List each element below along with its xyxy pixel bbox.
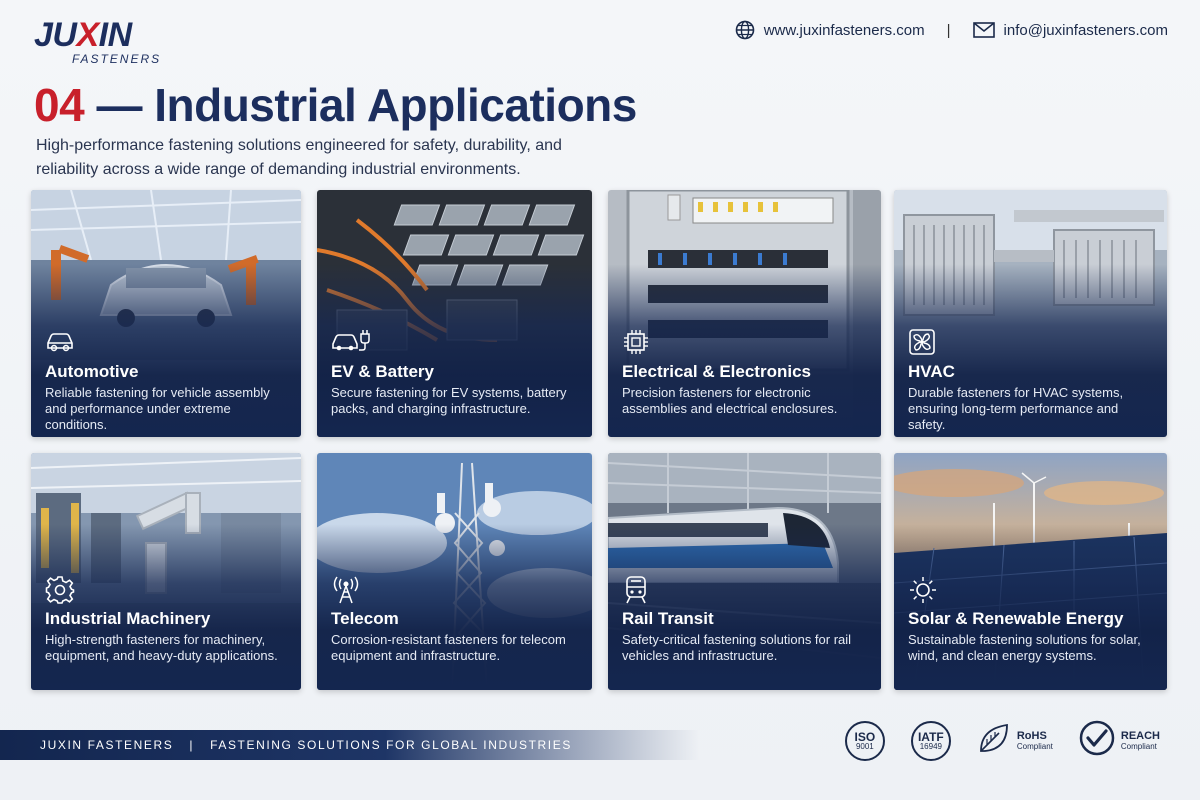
card-description: High-strength fasteners for machinery, e… — [45, 632, 278, 663]
card-solar-renewable[interactable]: Solar & Renewable Energy Sustainable fas… — [894, 453, 1167, 690]
iso-seal-icon: ISO 9001 — [844, 720, 885, 761]
card-title: Industrial Machinery — [45, 609, 211, 628]
card-title: Rail Transit — [622, 609, 714, 628]
card-ev-battery[interactable]: EV & Battery Secure fastening for EV sys… — [317, 190, 592, 437]
card-title: Telecom — [331, 609, 399, 628]
card-electrical-electronics[interactable]: Electrical & Electronics Precision faste… — [608, 190, 881, 437]
card-title: Solar & Renewable Energy — [908, 609, 1124, 628]
antenna-icon — [331, 575, 361, 604]
iso-9001-badge: ISO 9001 — [844, 720, 885, 761]
certifications: ISO 9001 IATF 16949 RoHS Compliant REACH… — [844, 720, 1160, 761]
leaf-icon — [977, 721, 1011, 760]
footer-tagline: FASTENING SOLUTIONS FOR GLOBAL INDUSTRIE… — [210, 738, 572, 752]
card-title: EV & Battery — [331, 362, 434, 381]
footer-band: JUXIN FASTENERS | FASTENING SOLUTIONS FO… — [0, 730, 700, 760]
card-description: Precision fasteners for electronic assem… — [622, 385, 838, 416]
sun-icon — [908, 575, 938, 603]
card-description: Safety-critical fastening solutions for … — [622, 632, 852, 663]
card-title: HVAC — [908, 362, 955, 381]
gear-icon — [45, 575, 75, 604]
card-automotive[interactable]: Automotive Reliable fastening for vehicl… — [31, 190, 301, 437]
card-rail-transit[interactable]: Rail Transit Safety-critical fastening s… — [608, 453, 881, 690]
card-description: Secure fastening for EV systems, battery… — [331, 385, 567, 416]
footer-company: JUXIN FASTENERS — [40, 738, 174, 752]
card-description: Sustainable fastening solutions for sola… — [908, 632, 1141, 663]
reach-badge: REACH Compliant — [1079, 720, 1160, 761]
ev-plug-icon — [331, 328, 370, 356]
iatf-seal-icon: IATF 16949 — [910, 720, 951, 761]
rohs-sub: Compliant — [1016, 742, 1053, 751]
check-circle-icon — [1079, 720, 1115, 761]
card-industrial-machinery[interactable]: Industrial Machinery High-strength faste… — [31, 453, 301, 690]
card-telecom[interactable]: Telecom Corrosion-resistant fasteners fo… — [317, 453, 592, 690]
rohs-label: RoHS — [1016, 730, 1047, 742]
fan-icon — [908, 328, 938, 356]
card-description: Reliable fastening for vehicle assembly … — [45, 385, 270, 432]
card-description: Corrosion-resistant fasteners for teleco… — [331, 632, 566, 663]
train-icon — [622, 575, 652, 604]
iatf-16949-badge: IATF 16949 — [910, 720, 951, 761]
card-title: Electrical & Electronics — [622, 362, 811, 381]
applications-grid: Automotive Reliable fastening for vehicl… — [0, 0, 1200, 800]
rohs-badge: RoHS Compliant — [977, 721, 1053, 760]
car-icon — [45, 328, 75, 356]
card-hvac[interactable]: HVAC Durable fasteners for HVAC systems,… — [894, 190, 1167, 437]
card-description: Durable fasteners for HVAC systems, ensu… — [908, 385, 1124, 432]
chip-icon — [622, 328, 652, 356]
card-title: Automotive — [45, 362, 139, 381]
footer-separator: | — [189, 738, 195, 752]
reach-sub: Compliant — [1120, 742, 1157, 751]
reach-label: REACH — [1120, 730, 1160, 742]
